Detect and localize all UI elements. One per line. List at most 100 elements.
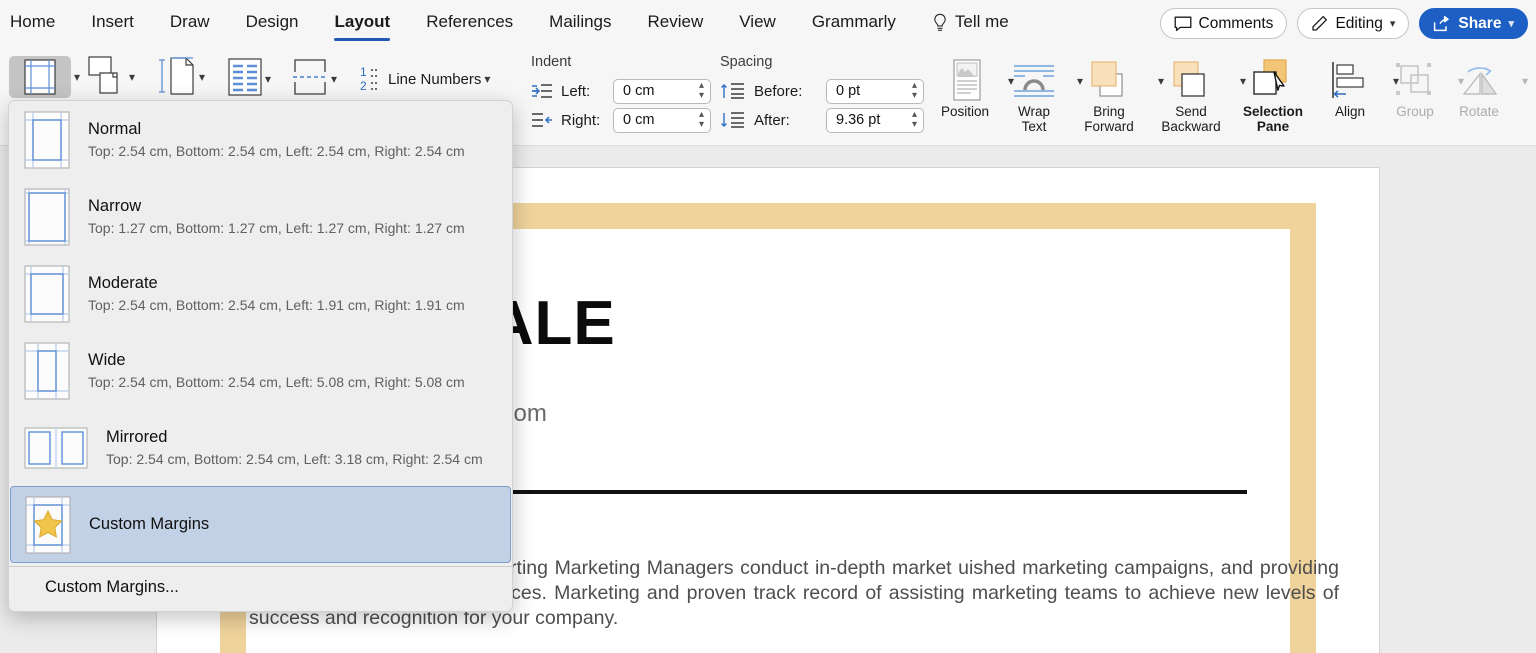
tab-grammarly[interactable]: Grammarly xyxy=(812,12,896,34)
svg-text:2: 2 xyxy=(360,79,367,93)
stepper-arrows[interactable]: ▴ ▾ xyxy=(912,80,917,101)
chevron-down-icon[interactable]: ▾ xyxy=(129,70,135,84)
spacing-before-input[interactable]: 0 pt ▴ ▾ xyxy=(826,78,924,104)
bring-forward-button[interactable]: Bring Forward ▾ xyxy=(1066,56,1164,134)
margins-tool[interactable]: ▾ xyxy=(9,56,80,98)
group-label: Group xyxy=(1396,104,1434,119)
indent-left-value: 0 cm xyxy=(623,83,655,99)
comments-label: Comments xyxy=(1198,14,1274,32)
indent-right-value: 0 cm xyxy=(623,112,655,128)
share-label: Share xyxy=(1458,14,1502,32)
menu-item-wide[interactable]: Wide Top: 2.54 cm, Bottom: 2.54 cm, Left… xyxy=(9,332,512,409)
comments-button[interactable]: Comments xyxy=(1159,8,1288,39)
chevron-down-icon[interactable]: ▾ xyxy=(74,70,80,84)
line-numbers-icon: 1 2 xyxy=(360,65,378,93)
tab-home[interactable]: Home xyxy=(10,12,55,34)
rotate-button[interactable]: Rotate ▾ xyxy=(1442,56,1528,119)
indent-section-label: Indent xyxy=(531,54,572,70)
share-button[interactable]: Share ▾ xyxy=(1419,8,1528,39)
group-button[interactable]: Group ▾ xyxy=(1378,56,1464,119)
menu-item-narrow[interactable]: Narrow Top: 1.27 cm, Bottom: 1.27 cm, Le… xyxy=(9,178,512,255)
chevron-down-icon[interactable]: ▾ xyxy=(331,72,337,86)
indent-left-row: Left: 0 cm ▴ ▾ xyxy=(531,78,711,104)
size-tool[interactable]: ▾ xyxy=(158,56,205,96)
comment-bubble-icon xyxy=(1174,16,1191,31)
breaks-tool[interactable]: ▾ xyxy=(292,58,337,96)
stepper-arrows[interactable]: ▴ ▾ xyxy=(699,80,704,101)
chevron-down-icon[interactable]: ▾ xyxy=(199,70,205,84)
align-label: Align xyxy=(1334,104,1366,119)
tab-layout[interactable]: Layout xyxy=(334,12,390,41)
columns-button[interactable] xyxy=(228,58,262,96)
tab-review[interactable]: Review xyxy=(648,12,704,34)
menu-item-desc: Top: 2.54 cm, Bottom: 2.54 cm, Left: 3.1… xyxy=(106,450,483,467)
bring-forward-icon xyxy=(1066,56,1152,104)
menu-item-title: Custom Margins xyxy=(89,515,210,533)
rotate-label: Rotate xyxy=(1459,104,1499,119)
menu-item-custom-margins[interactable]: Custom Margins xyxy=(10,486,511,563)
line-numbers-tool[interactable]: 1 2 Line Numbers ▾ xyxy=(360,58,490,93)
tab-design[interactable]: Design xyxy=(246,12,299,34)
page-size-icon xyxy=(159,57,194,95)
indent-right-row: Right: 0 cm ▴ ▾ xyxy=(531,107,711,133)
tab-draw[interactable]: Draw xyxy=(170,12,210,34)
menu-item-title: Mirrored xyxy=(106,427,168,446)
margins-button[interactable] xyxy=(9,56,71,98)
tell-me-search[interactable]: Tell me xyxy=(932,12,1009,34)
selection-pane-label: Selection Pane xyxy=(1242,104,1304,134)
indent-right-icon xyxy=(532,113,552,127)
page-columns-icon xyxy=(228,58,262,96)
ribbon-actions: Comments Editing ▾ Share ▾ xyxy=(1159,8,1528,39)
menu-item-desc: Top: 1.27 cm, Bottom: 1.27 cm, Left: 1.2… xyxy=(88,219,465,236)
chevron-down-icon[interactable]: ▾ xyxy=(265,72,271,86)
tab-mailings[interactable]: Mailings xyxy=(549,12,611,34)
spacing-after-icon xyxy=(721,112,744,128)
orientation-tool[interactable]: ▾ xyxy=(88,56,135,94)
chevron-down-icon[interactable]: ▾ xyxy=(1522,74,1528,88)
spacing-after-value: 9.36 pt xyxy=(836,112,881,128)
editing-label: Editing xyxy=(1335,14,1383,32)
menu-item-title: Moderate xyxy=(88,273,158,292)
send-backward-icon xyxy=(1148,56,1234,104)
spacing-before-icon xyxy=(721,83,744,99)
wrap-text-button[interactable]: Wrap Text ▾ xyxy=(997,56,1083,134)
chevron-down-icon[interactable]: ▾ xyxy=(484,72,490,86)
menu-item-title: Narrow xyxy=(88,196,142,215)
stepper-arrows[interactable]: ▴ ▾ xyxy=(699,109,704,130)
spacing-section-label: Spacing xyxy=(720,54,773,70)
page-breaks-icon xyxy=(293,59,327,95)
svg-text:1: 1 xyxy=(360,65,367,79)
orientation-button[interactable] xyxy=(88,56,126,94)
tab-view[interactable]: View xyxy=(739,12,776,34)
align-button[interactable]: Align ▾ xyxy=(1313,56,1399,119)
position-button[interactable]: Position ▾ xyxy=(928,56,1014,119)
menu-item-title: Normal xyxy=(88,119,142,138)
indent-left-input[interactable]: 0 cm ▴ ▾ xyxy=(613,78,711,104)
editing-mode-button[interactable]: Editing ▾ xyxy=(1297,8,1410,39)
selection-pane-button[interactable]: Selection Pane xyxy=(1228,56,1318,134)
indent-right-input[interactable]: 0 cm ▴ ▾ xyxy=(613,107,711,133)
breaks-button[interactable] xyxy=(292,58,328,96)
menu-item-desc: Top: 2.54 cm, Bottom: 2.54 cm, Left: 2.5… xyxy=(88,142,465,159)
columns-tool[interactable]: ▾ xyxy=(228,58,271,96)
menu-item-mirrored[interactable]: Mirrored Top: 2.54 cm, Bottom: 2.54 cm, … xyxy=(9,409,512,486)
page-margins-narrow-icon xyxy=(24,188,70,245)
menu-item-moderate[interactable]: Moderate Top: 2.54 cm, Bottom: 2.54 cm, … xyxy=(9,255,512,332)
send-backward-button[interactable]: Send Backward ▾ xyxy=(1148,56,1246,134)
stepper-arrows[interactable]: ▴ ▾ xyxy=(912,109,917,130)
size-button[interactable] xyxy=(158,56,196,96)
tab-insert[interactable]: Insert xyxy=(91,12,134,34)
selection-pane-icon xyxy=(1228,56,1318,104)
page-margins-moderate-icon xyxy=(24,265,70,322)
position-label: Position xyxy=(940,104,990,119)
spacing-after-input[interactable]: 9.36 pt ▴ ▾ xyxy=(826,107,924,133)
indent-left-icon xyxy=(532,84,552,98)
arrange-group: Position ▾ Wrap Text ▾ Bring Forward ▾ S… xyxy=(928,46,1528,146)
pencil-icon xyxy=(1312,15,1328,31)
page-margins-wide-icon xyxy=(24,342,70,399)
spacing-after-label: After: xyxy=(754,111,790,129)
page-margins-custom-star-icon xyxy=(25,496,71,553)
tab-references[interactable]: References xyxy=(426,12,513,34)
menu-item-custom-margins-dialog[interactable]: Custom Margins... xyxy=(9,567,512,610)
menu-item-normal[interactable]: Normal Top: 2.54 cm, Bottom: 2.54 cm, Le… xyxy=(9,101,512,178)
